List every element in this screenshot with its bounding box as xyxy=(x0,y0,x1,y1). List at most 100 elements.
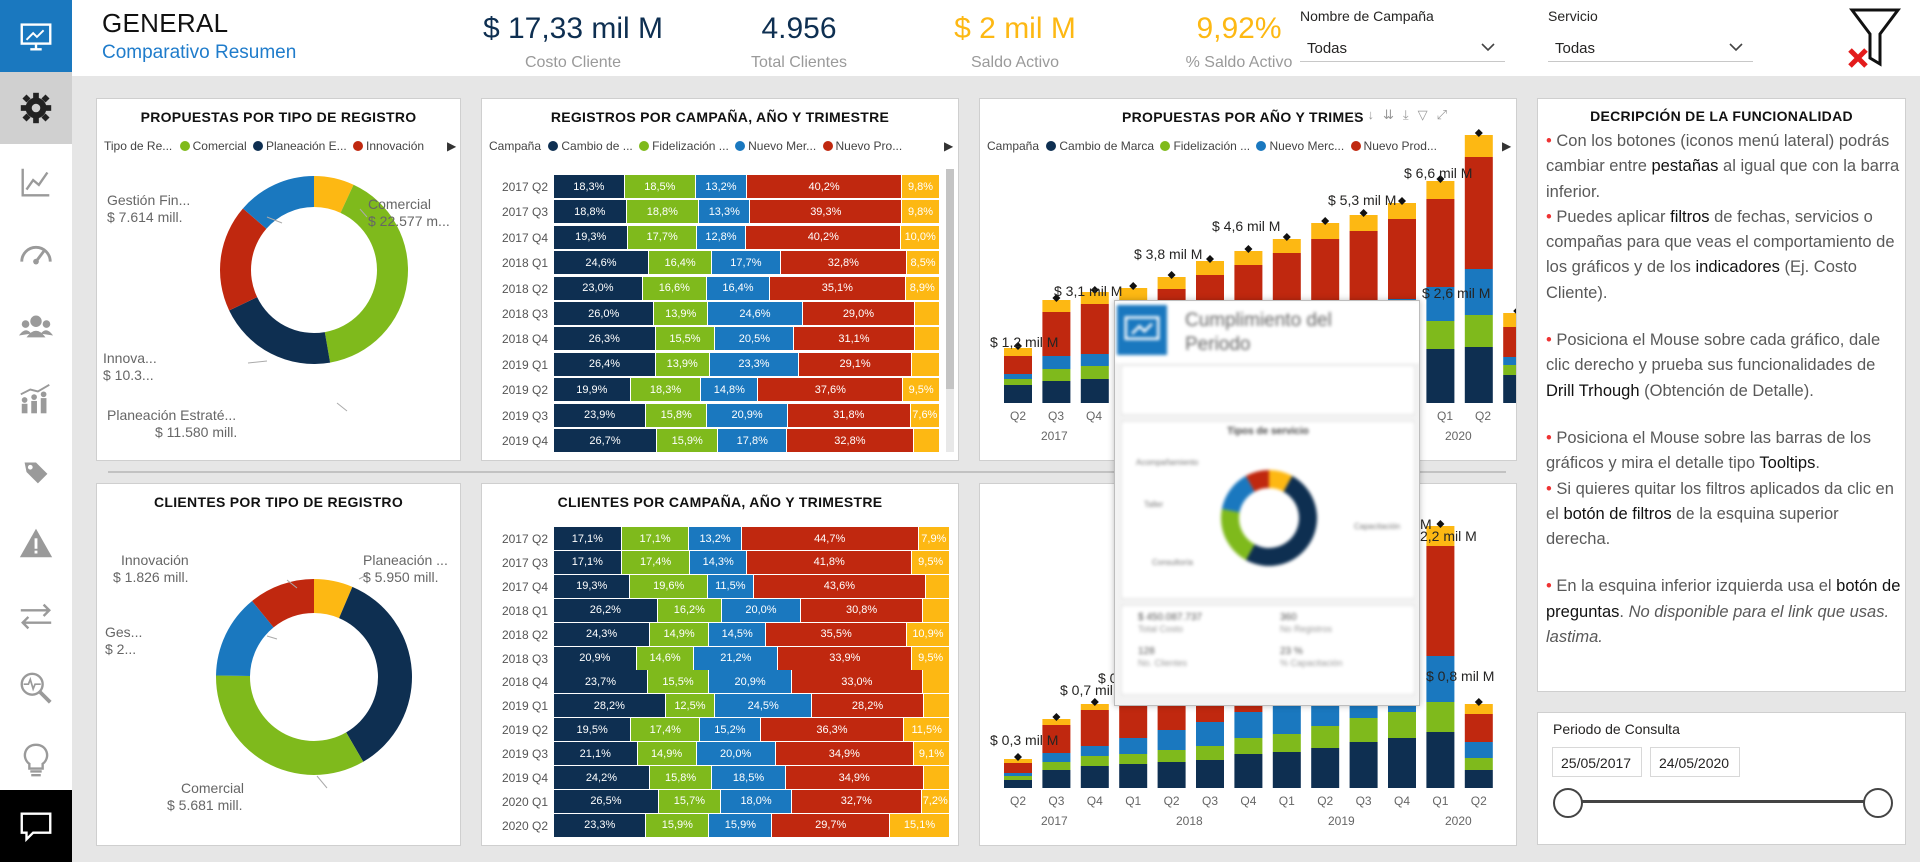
bar-segment[interactable]: 16,4% xyxy=(706,276,771,300)
bar-segment[interactable]: 7,6% xyxy=(910,403,940,427)
bar-segment[interactable]: 23,0% xyxy=(554,276,643,300)
bar-segment[interactable]: 44,7% xyxy=(741,527,919,550)
bar-segment[interactable]: 13,2% xyxy=(689,527,742,550)
bar-segment[interactable]: 36,3% xyxy=(760,718,905,742)
bar-segment[interactable]: 30,8% xyxy=(801,598,924,622)
bar-segment[interactable]: 17,8% xyxy=(718,429,788,452)
bar-segment[interactable]: 40,2% xyxy=(746,225,902,249)
bar-segment[interactable]: 26,2% xyxy=(554,598,658,622)
bar-segment[interactable]: 34,9% xyxy=(775,742,914,766)
bar-segment[interactable]: 11,5% xyxy=(708,574,754,598)
bar-segment[interactable]: 13,9% xyxy=(654,302,708,325)
bar-segment[interactable]: 18,5% xyxy=(624,175,697,198)
nav-customers-button[interactable] xyxy=(0,290,72,362)
bar-segment[interactable]: 15,5% xyxy=(655,327,716,351)
range-start-handle[interactable] xyxy=(1553,788,1583,818)
bar-segment[interactable]: 31,8% xyxy=(787,403,911,427)
bar-segment[interactable]: 18,3% xyxy=(630,378,702,402)
bar-segment[interactable]: 19,6% xyxy=(630,574,709,598)
bar-segment[interactable]: 11,5% xyxy=(904,718,950,742)
bar-segment[interactable] xyxy=(922,670,950,694)
bar-segment[interactable]: 8,5% xyxy=(907,251,940,275)
bar-segment[interactable]: 39,3% xyxy=(750,200,903,224)
bar-segment[interactable] xyxy=(923,766,950,789)
bar-segment[interactable]: 21,2% xyxy=(694,646,779,670)
bar-segment[interactable]: 32,8% xyxy=(787,429,914,452)
bar-segment[interactable]: 12,5% xyxy=(665,694,716,718)
nav-warning-button[interactable] xyxy=(0,508,72,580)
bar-segment[interactable]: 8,9% xyxy=(905,276,940,300)
bar-segment[interactable]: 20,5% xyxy=(715,327,795,351)
nav-gauge-button[interactable] xyxy=(0,218,72,290)
bar-segment[interactable]: 23,3% xyxy=(554,813,647,837)
bar-segment[interactable]: 29,7% xyxy=(772,813,891,837)
bar-segment[interactable]: 10,9% xyxy=(906,622,950,646)
service-dropdown[interactable]: Todas xyxy=(1548,32,1753,62)
bar-segment[interactable] xyxy=(923,598,950,622)
bar-segment[interactable]: 26,5% xyxy=(554,789,659,813)
stacked-clientes-panel[interactable]: CLIENTES POR CAMPAÑA, AÑO Y TRIMESTRE 20… xyxy=(481,483,959,846)
nav-linechart-button[interactable] xyxy=(0,146,72,218)
campaign-dropdown[interactable]: Todas xyxy=(1300,32,1505,62)
bar-segment[interactable]: 18,0% xyxy=(720,789,793,813)
bar-segment[interactable]: 31,1% xyxy=(794,327,915,351)
stacked-registros-panel[interactable]: REGISTROS POR CAMPAÑA, AÑO Y TRIMESTRE C… xyxy=(481,98,959,461)
bar-segment[interactable]: 20,0% xyxy=(696,742,776,766)
bar-segment[interactable]: 29,1% xyxy=(799,352,912,376)
bar-segment[interactable]: 13,3% xyxy=(699,200,751,224)
legend-item[interactable]: Nuevo Pro... xyxy=(822,139,902,153)
bar-segment[interactable]: 9,1% xyxy=(913,742,950,766)
bar-segment[interactable]: 21,1% xyxy=(554,742,638,766)
bar-segment[interactable]: 19,5% xyxy=(554,718,632,742)
bar-segment[interactable]: 17,1% xyxy=(554,527,622,550)
bar-segment[interactable]: 15,2% xyxy=(700,718,761,742)
bar-segment[interactable]: 34,9% xyxy=(785,766,924,789)
bar-segment[interactable]: 26,3% xyxy=(554,327,656,351)
nav-ideas-button[interactable] xyxy=(0,724,72,796)
bar-segment[interactable]: 9,5% xyxy=(912,550,950,574)
nav-questions-button[interactable] xyxy=(0,790,72,862)
range-slider-track[interactable] xyxy=(1568,800,1878,803)
legend-item[interactable]: Cambio de ... xyxy=(548,139,633,153)
donut-propuestas-panel[interactable]: PROPUESTAS POR TIPO DE REGISTRO Tipo de … xyxy=(96,98,461,461)
bar-segment[interactable]: 17,4% xyxy=(621,550,691,574)
bar-segment[interactable]: 15,8% xyxy=(649,766,713,789)
start-date-input[interactable]: 25/05/2017 xyxy=(1552,747,1642,777)
bar-segment[interactable]: 28,2% xyxy=(812,694,924,718)
scrollbar[interactable] xyxy=(946,169,954,452)
bar-segment[interactable]: 43,6% xyxy=(753,574,927,598)
bar-segment[interactable]: 10,0% xyxy=(901,225,940,249)
bar-segment[interactable]: 16,6% xyxy=(642,276,707,300)
bar-segment[interactable]: 23,3% xyxy=(709,352,800,376)
bar-segment[interactable]: 19,3% xyxy=(554,574,631,598)
bar-segment[interactable]: 35,1% xyxy=(770,276,906,300)
nav-search-button[interactable] xyxy=(0,652,72,724)
bar-segment[interactable]: 17,4% xyxy=(631,718,701,742)
bar-segment[interactable]: 29,0% xyxy=(802,302,915,325)
end-date-input[interactable]: 24/05/2020 xyxy=(1650,747,1740,777)
bar-segment[interactable]: 24,6% xyxy=(708,302,803,325)
bar-segment[interactable]: 20,0% xyxy=(721,598,802,622)
bar-segment[interactable] xyxy=(913,429,940,452)
bar-segment[interactable]: 40,2% xyxy=(746,175,903,198)
bar-segment[interactable]: 14,9% xyxy=(637,742,697,766)
bar-segment[interactable]: 18,5% xyxy=(712,766,786,789)
bar-segment[interactable]: 14,5% xyxy=(709,622,767,646)
nav-growth-button[interactable] xyxy=(0,364,72,436)
legend-item[interactable]: Nuevo Mer... xyxy=(735,139,816,153)
bar-segment[interactable]: 14,6% xyxy=(636,646,695,670)
bar-segment[interactable]: 14,9% xyxy=(650,622,710,646)
donut-clientes-panel[interactable]: CLIENTES POR TIPO DE REGISTRO Planeación… xyxy=(96,483,461,846)
bar-segment[interactable]: 37,6% xyxy=(758,378,904,402)
range-end-handle[interactable] xyxy=(1863,788,1893,818)
bar-segment[interactable]: 18,8% xyxy=(626,200,700,224)
bar-segment[interactable]: 26,7% xyxy=(554,429,658,452)
bar-segment[interactable]: 15,9% xyxy=(709,813,773,837)
clear-filters-button[interactable] xyxy=(1842,6,1908,70)
bar-segment[interactable]: 24,6% xyxy=(554,251,649,275)
bar-segment[interactable]: 9,8% xyxy=(902,175,940,198)
bar-segment[interactable] xyxy=(911,352,940,376)
bar-segment[interactable]: 18,8% xyxy=(554,200,627,224)
bar-segment[interactable]: 20,9% xyxy=(707,403,788,427)
bar-segment[interactable]: 14,3% xyxy=(690,550,748,574)
